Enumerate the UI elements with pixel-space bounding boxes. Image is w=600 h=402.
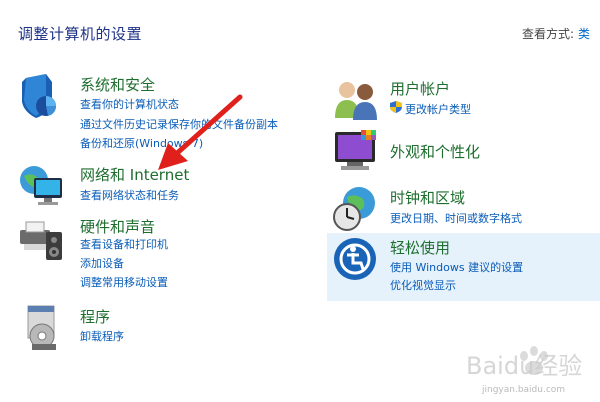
watermark-subtext: jingyan.baidu.com — [481, 385, 565, 395]
page-title: 调整计算机的设置 — [18, 25, 143, 43]
user-accounts-heading[interactable]: 用户帐户 — [390, 78, 450, 99]
uninstall-program-link[interactable]: 卸载程序 — [80, 328, 124, 344]
view-by: 查看方式: 类 — [522, 25, 590, 42]
category-programs[interactable]: 程序 卸载程序 — [18, 304, 308, 354]
users-icon — [335, 82, 377, 120]
file-history-link[interactable]: 通过文件历史记录保存你的文件备份副本 — [80, 116, 278, 132]
programs-disc-icon — [27, 305, 56, 350]
system-security-heading[interactable]: 系统和安全 — [80, 74, 155, 95]
category-clock-region[interactable]: 时钟和区域 更改日期、时间或数字格式 — [333, 185, 593, 233]
add-device-link[interactable]: 添加设备 — [80, 255, 124, 271]
uac-shield-icon — [390, 101, 402, 113]
category-system-security[interactable]: 系统和安全 查看你的计算机状态 通过文件历史记录保存你的文件备份副本 备份和还原… — [18, 72, 308, 152]
category-ease-of-access[interactable]: 轻松使用 使用 Windows 建议的设置 优化视觉显示 — [333, 235, 593, 297]
ease-of-access-heading[interactable]: 轻松使用 — [390, 237, 450, 258]
category-hardware-sound[interactable]: 硬件和声音 查看设备和打印机 添加设备 调整常用移动设置 — [18, 214, 308, 294]
baidu-watermark: Baidu经验 jingyan.baidu.com — [462, 338, 598, 398]
printer-speaker-icon — [20, 221, 62, 260]
backup-restore-link[interactable]: 备份和还原(Windows 7) — [80, 135, 203, 151]
change-date-time-format-link[interactable]: 更改日期、时间或数字格式 — [390, 210, 522, 226]
category-network-internet[interactable]: 网络和 Internet 查看网络状态和任务 — [18, 162, 308, 208]
view-by-label: 查看方式: — [522, 27, 575, 41]
appearance-personalization-heading[interactable]: 外观和个性化 — [390, 141, 480, 162]
programs-heading[interactable]: 程序 — [80, 306, 110, 327]
baidu-paw-logo-icon: Baidu经验 jingyan.baidu.com — [466, 346, 582, 395]
view-by-dropdown[interactable]: 类 — [578, 27, 590, 41]
view-computer-status-link[interactable]: 查看你的计算机状态 — [80, 96, 179, 112]
category-appearance-personalization[interactable]: 外观和个性化 — [333, 128, 593, 176]
clock-globe-icon — [333, 187, 375, 231]
monitor-palette-icon — [335, 130, 376, 170]
shield-icon — [22, 74, 56, 118]
hardware-sound-heading[interactable]: 硬件和声音 — [80, 216, 155, 237]
mobility-settings-link[interactable]: 调整常用移动设置 — [80, 274, 168, 290]
clock-region-heading[interactable]: 时钟和区域 — [390, 187, 465, 208]
optimize-visual-display-link[interactable]: 优化视觉显示 — [390, 277, 456, 293]
windows-recommended-settings-link[interactable]: 使用 Windows 建议的设置 — [390, 259, 523, 275]
network-internet-heading[interactable]: 网络和 Internet — [80, 164, 189, 185]
globe-network-icon — [20, 166, 62, 205]
category-user-accounts[interactable]: 用户帐户 更改帐户类型 — [333, 76, 593, 124]
view-network-status-link[interactable]: 查看网络状态和任务 — [80, 187, 179, 203]
view-devices-printers-link[interactable]: 查看设备和打印机 — [80, 236, 168, 252]
watermark-text: Baidu经验 — [466, 352, 582, 380]
ease-of-access-icon — [334, 238, 376, 280]
change-account-type-link[interactable]: 更改帐户类型 — [405, 101, 471, 117]
